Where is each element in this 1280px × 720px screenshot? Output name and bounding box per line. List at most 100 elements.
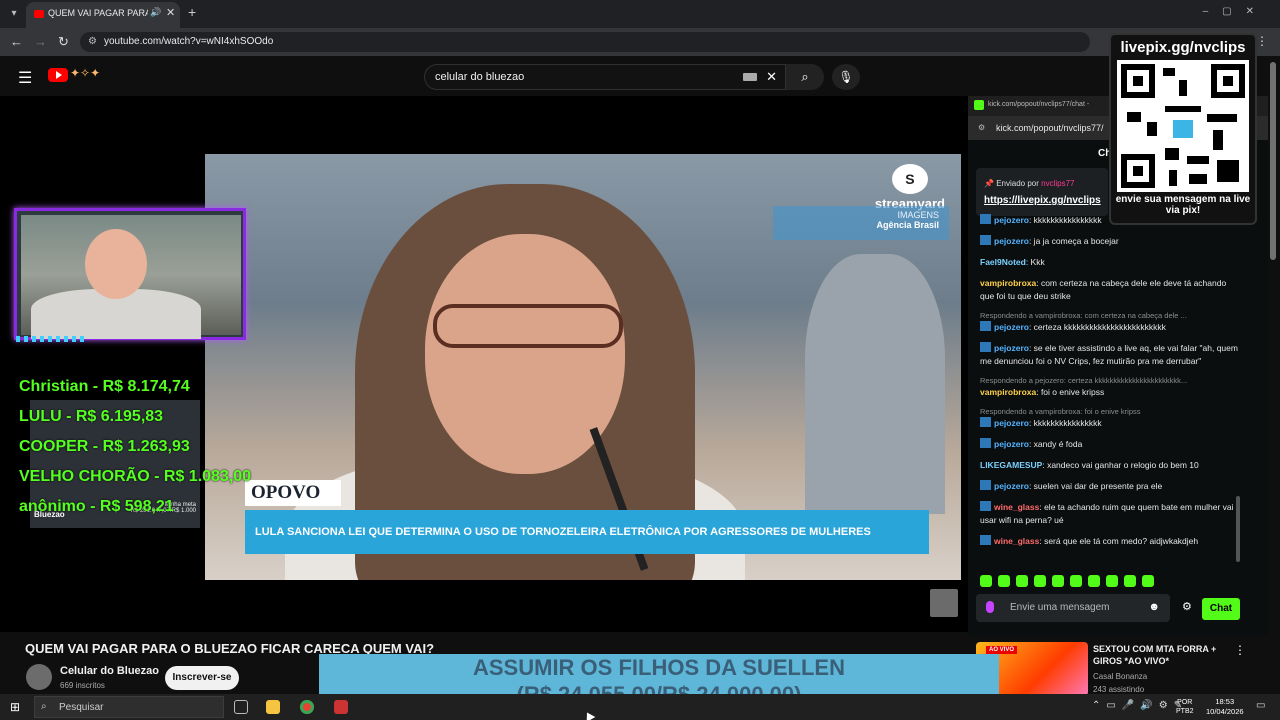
- search-box[interactable]: celular do bluezao ✕: [424, 64, 786, 90]
- chat-send-button[interactable]: Chat: [1202, 598, 1240, 620]
- video-player[interactable]: S streamyard IMAGENS Agência Brasil OPOV…: [0, 96, 968, 632]
- qr-module: [1165, 148, 1179, 160]
- clear-search-icon[interactable]: ✕: [766, 69, 777, 85]
- emote-icon[interactable]: [1106, 575, 1118, 587]
- news-headline: LULA SANCIONA LEI QUE DETERMINA O USO DE…: [245, 510, 929, 554]
- notification-icon[interactable]: ▭: [1256, 700, 1265, 711]
- emoji-icon[interactable]: ☻: [1148, 601, 1160, 613]
- back-icon[interactable]: ←: [10, 34, 23, 49]
- menu-icon[interactable]: ☰: [18, 68, 32, 88]
- page-scrollbar[interactable]: [1270, 62, 1276, 260]
- file-explorer-icon[interactable]: [266, 700, 280, 714]
- keyboard-icon[interactable]: [743, 73, 757, 81]
- subscribe-button[interactable]: Inscrever-se: [165, 666, 239, 690]
- background-person: [805, 254, 945, 514]
- chat-username[interactable]: pejozero: [994, 418, 1029, 428]
- emote-icon[interactable]: [1052, 575, 1064, 587]
- streamyard-watermark: S streamyard: [875, 164, 945, 211]
- chat-settings-icon[interactable]: ⚙: [1182, 600, 1192, 613]
- site-info-icon[interactable]: ⚙: [88, 36, 97, 47]
- emote-icon[interactable]: [1088, 575, 1100, 587]
- chat-username[interactable]: pejozero: [994, 215, 1029, 225]
- chrome-icon[interactable]: [300, 700, 314, 714]
- channel-name[interactable]: Celular do Bluezao: [60, 665, 159, 677]
- qr-module: [1165, 106, 1201, 112]
- more-options-icon[interactable]: ⋮: [1234, 643, 1246, 657]
- speaker-icon[interactable]: 🔊: [150, 7, 161, 18]
- chat-username[interactable]: pejozero: [994, 322, 1029, 332]
- emote-icon[interactable]: [1070, 575, 1082, 587]
- search-input[interactable]: celular do bluezao: [435, 71, 524, 83]
- emote-icon[interactable]: [1016, 575, 1028, 587]
- chat-username[interactable]: vampirobroxa: [980, 387, 1036, 397]
- chat-username[interactable]: pejozero: [994, 343, 1029, 353]
- emote-icon[interactable]: [980, 575, 992, 587]
- reload-icon[interactable]: ↻: [58, 34, 69, 50]
- pinned-message[interactable]: 📌 Enviado por nvclips77 https://livepix.…: [976, 168, 1108, 216]
- keyboard-layout: PTB2: [1176, 708, 1194, 715]
- chat-message: vampirobroxa: com certeza na cabeça dele…: [980, 277, 1238, 303]
- address-bar[interactable]: ⚙ youtube.com/watch?v=wNI4xhSOOdo: [80, 32, 1090, 52]
- recommendation-title[interactable]: SEXTOU COM MTA FORRA + GIROS *AO VIVO*: [1093, 643, 1225, 667]
- emote-icon[interactable]: [998, 575, 1010, 587]
- chat-text: : Kkk: [1025, 257, 1045, 267]
- clock-time: 18:53: [1215, 697, 1235, 706]
- chat-text: : foi o enive kripss: [1036, 387, 1105, 397]
- window-controls[interactable]: –▢✕: [1203, 6, 1268, 17]
- chat-username[interactable]: LIKEGAMESUP: [980, 460, 1042, 470]
- streamer-webcam: [14, 208, 246, 340]
- chat-username[interactable]: Fael9Noted: [980, 257, 1026, 267]
- task-view-icon[interactable]: [234, 700, 248, 714]
- emote-icon[interactable]: [1142, 575, 1154, 587]
- windows-start-icon[interactable]: ⊞: [10, 700, 20, 714]
- input-language[interactable]: POR PTB2: [1176, 698, 1194, 716]
- chat-message: vampirobroxa: foi o enive kripss: [980, 386, 1238, 399]
- taskbar-search-placeholder: Pesquisar: [59, 702, 104, 713]
- doodle-icon[interactable]: ✦✧✦: [70, 66, 100, 80]
- browser-menu-icon[interactable]: ⋮: [1256, 34, 1268, 48]
- pinned-link[interactable]: https://livepix.gg/nvclips: [984, 195, 1101, 206]
- clock[interactable]: 18:53 10/04/2026: [1206, 697, 1244, 717]
- chat-username[interactable]: vampirobroxa: [980, 278, 1036, 288]
- qr-module: [1189, 174, 1207, 184]
- qr-module: [1179, 80, 1187, 96]
- kick-logo-icon: [974, 100, 984, 110]
- windows-taskbar: ⊞ ⌕ Pesquisar ⌃▭🎤🔊⚙✎ POR PTB2 18:53 10/0…: [0, 694, 1280, 720]
- donor-item: anônimo - R$ 598,21: [19, 498, 174, 515]
- app-icon[interactable]: [334, 700, 348, 714]
- chat-message-input[interactable]: Envie uma mensagem ☻: [976, 594, 1170, 622]
- chat-message: LIKEGAMESUP: xandeco vai ganhar o relogi…: [980, 459, 1238, 472]
- system-tray-icons[interactable]: ⌃▭🎤🔊⚙✎: [1092, 700, 1188, 711]
- taskbar-search[interactable]: ⌕ Pesquisar: [34, 696, 224, 718]
- forward-icon[interactable]: →: [34, 34, 47, 49]
- chat-message: wine_glass: ele ta achando ruim que quem…: [980, 501, 1238, 527]
- browser-toolbar: ← → ↻ ⚙ youtube.com/watch?v=wNI4xhSOOdo …: [0, 28, 1280, 56]
- youtube-logo-icon[interactable]: [48, 68, 68, 82]
- tab-search-icon[interactable]: ▾: [6, 6, 22, 22]
- chat-username[interactable]: pejozero: [994, 481, 1029, 491]
- image-credit-label: IMAGENS: [897, 210, 939, 220]
- image-credit-source: Agência Brasil: [876, 220, 939, 230]
- voice-search-button[interactable]: 🎙: [832, 64, 860, 90]
- chat-scrollbar[interactable]: [1236, 496, 1240, 562]
- recommendation-channel[interactable]: Casal Bonanza: [1093, 672, 1147, 681]
- chat-username[interactable]: wine_glass: [994, 536, 1039, 546]
- chat-username[interactable]: pejozero: [994, 439, 1029, 449]
- emote-icon[interactable]: [1034, 575, 1046, 587]
- new-tab-icon[interactable]: +: [188, 4, 196, 20]
- viewer-avatar[interactable]: [930, 589, 958, 617]
- user-badge-icon: [980, 321, 991, 331]
- microphone-icon[interactable]: [986, 601, 994, 613]
- live-badge: AO VIVO: [986, 646, 1018, 654]
- chat-username[interactable]: pejozero: [994, 236, 1029, 246]
- emote-icon[interactable]: [1124, 575, 1136, 587]
- search-button[interactable]: ⌕: [786, 64, 824, 90]
- chat-message: pejozero: xandy é foda: [980, 438, 1238, 451]
- browser-tab[interactable]: QUEM VAI PAGAR PARA O BLUEZAO FICAR CARE…: [26, 2, 180, 28]
- chat-username[interactable]: wine_glass: [994, 502, 1039, 512]
- close-tab-icon[interactable]: ✕: [166, 6, 175, 19]
- qr-finder: [1121, 154, 1155, 188]
- reply-context: Respondendo a vampirobroxa: com certeza …: [980, 311, 1187, 320]
- channel-avatar[interactable]: [26, 664, 52, 690]
- site-info-icon[interactable]: ⚙: [978, 123, 985, 132]
